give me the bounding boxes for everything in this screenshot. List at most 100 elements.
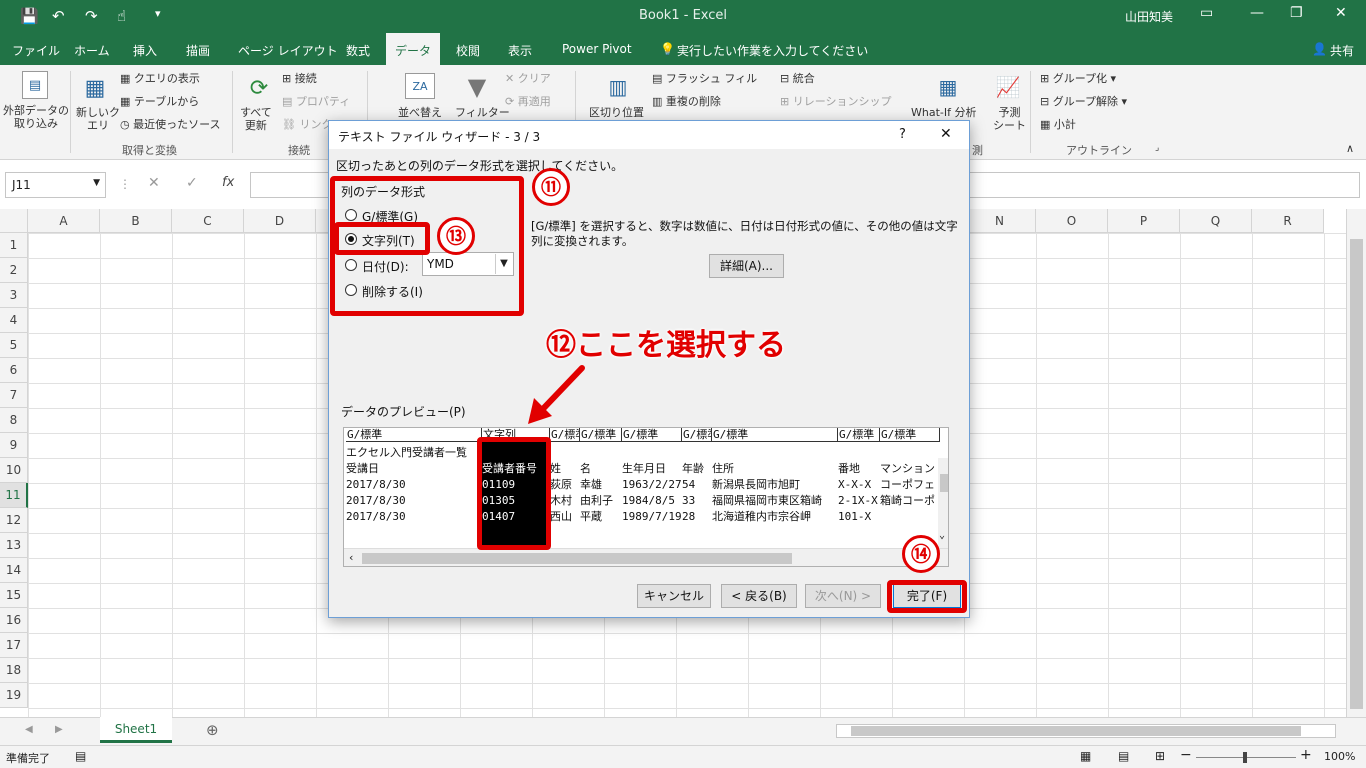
horizontal-scrollbar[interactable] (836, 724, 1336, 738)
advanced-button[interactable]: 詳細(A)... (709, 254, 784, 278)
data-preview[interactable]: G/標準文字列G/標準G/標準G/標準G/標準G/標準G/標準G/標準エクセル入… (343, 427, 949, 567)
flash-fill-button[interactable]: ▤ フラッシュ フィル (652, 72, 757, 86)
zoom-slider-thumb[interactable] (1243, 752, 1247, 763)
filter-button[interactable]: フィルター (455, 106, 510, 120)
cancel-button[interactable]: キャンセル (637, 584, 711, 608)
row-header-3[interactable]: 3 (0, 283, 28, 308)
tab-review[interactable]: 校閲 (456, 42, 480, 59)
row-header-19[interactable]: 19 (0, 683, 28, 708)
ungroup-button[interactable]: ⊟ グループ解除 ▾ (1040, 95, 1127, 109)
column-header-r[interactable]: R (1252, 209, 1324, 233)
preview-col-format-0[interactable]: G/標準 (346, 428, 482, 442)
select-all[interactable] (0, 209, 28, 233)
connections-button[interactable]: ⊞ 接続 (282, 72, 317, 86)
tab-power-pivot[interactable]: Power Pivot (562, 42, 632, 56)
column-header-c[interactable]: C (172, 209, 244, 233)
ribbon-display-icon[interactable]: ▭ (1200, 5, 1213, 21)
row-header-18[interactable]: 18 (0, 658, 28, 683)
subtotal-button[interactable]: ▦ 小計 (1040, 118, 1076, 132)
zoom-in-icon[interactable]: + (1300, 747, 1312, 763)
close-icon[interactable]: ✕ (940, 126, 952, 142)
dialog-launcher-icon[interactable]: ⌟ (1155, 143, 1159, 153)
zoom-out-icon[interactable]: − (1180, 747, 1192, 763)
relationships-button[interactable]: ⊞ リレーションシップ (780, 95, 892, 109)
insert-function-icon[interactable]: fx (222, 175, 234, 190)
row-header-9[interactable]: 9 (0, 433, 28, 458)
row-header-2[interactable]: 2 (0, 258, 28, 283)
preview-v-thumb[interactable] (940, 474, 948, 492)
row-header-5[interactable]: 5 (0, 333, 28, 358)
scroll-down-icon[interactable]: ⌄ (939, 530, 945, 541)
page-break-view-icon[interactable]: ⊞ (1155, 749, 1165, 763)
refresh-all-button[interactable]: すべて 更新 (240, 106, 272, 132)
sort-button[interactable]: 並べ替え (398, 106, 442, 120)
group-button[interactable]: ⊞ グループ化 ▾ (1040, 72, 1116, 86)
preview-h-thumb[interactable] (362, 553, 792, 564)
tab-view[interactable]: 表示 (508, 42, 532, 59)
maximize-icon[interactable]: ❐ (1290, 5, 1303, 21)
column-header-a[interactable]: A (28, 209, 100, 233)
column-header-b[interactable]: B (100, 209, 172, 233)
column-header-n[interactable]: N (964, 209, 1036, 233)
show-queries-button[interactable]: ▦ クエリの表示 (120, 72, 200, 86)
remove-duplicates-button[interactable]: ▥ 重複の削除 (652, 95, 721, 109)
tell-me-search[interactable]: 実行したい作業を入力してください (677, 42, 868, 59)
preview-col-format-6[interactable]: G/標準 (712, 428, 838, 442)
new-query-button[interactable]: 新しいク エリ (76, 106, 120, 132)
tab-page-layout[interactable]: ページ レイアウト (238, 42, 338, 59)
tab-file[interactable]: ファイル (12, 42, 60, 59)
preview-h-scrollbar[interactable]: ‹ (344, 548, 948, 566)
tab-formulas[interactable]: 数式 (346, 42, 370, 59)
minimize-icon[interactable]: — (1250, 5, 1264, 21)
text-to-columns-button[interactable]: 区切り位置 (589, 106, 644, 120)
next-button[interactable]: 次へ(N) > (805, 584, 881, 608)
help-icon[interactable]: ? (899, 127, 906, 142)
what-if-button[interactable]: What-If 分析 (911, 106, 976, 120)
prev-sheet-icon[interactable]: ◀ (25, 724, 33, 735)
row-header-1[interactable]: 1 (0, 233, 28, 258)
share-icon[interactable]: 👤 (1312, 42, 1327, 56)
h-scroll-thumb[interactable] (851, 726, 1301, 736)
tab-home[interactable]: ホーム (74, 42, 110, 59)
column-header-p[interactable]: P (1108, 209, 1180, 233)
preview-v-scrollbar[interactable]: ⌄ (938, 458, 948, 548)
zoom-level[interactable]: 100% (1324, 750, 1355, 763)
preview-col-format-2[interactable]: G/標準 (550, 428, 580, 442)
preview-col-format-7[interactable]: G/標準 (838, 428, 880, 442)
collapse-ribbon-icon[interactable]: ∧ (1346, 142, 1354, 156)
row-header-7[interactable]: 7 (0, 383, 28, 408)
next-sheet-icon[interactable]: ▶ (55, 724, 63, 735)
preview-col-format-5[interactable]: G/標準 (682, 428, 712, 442)
forecast-sheet-button[interactable]: 予測 シート (993, 106, 1026, 132)
share-button[interactable]: 共有 (1330, 42, 1354, 59)
sheet-tab-sheet1[interactable]: Sheet1 (100, 717, 172, 743)
preview-col-format-8[interactable]: G/標準 (880, 428, 940, 442)
row-header-8[interactable]: 8 (0, 408, 28, 433)
row-header-11[interactable]: 11 (0, 483, 28, 508)
column-header-d[interactable]: D (244, 209, 316, 233)
column-header-o[interactable]: O (1036, 209, 1108, 233)
reapply-button[interactable]: ⟳ 再適用 (505, 95, 551, 109)
recent-sources-button[interactable]: ◷ 最近使ったソース (120, 118, 221, 132)
from-table-button[interactable]: ▦ テーブルから (120, 95, 199, 109)
enter-icon[interactable]: ✓ (186, 175, 198, 191)
clear-button[interactable]: ✕ クリア (505, 72, 551, 86)
normal-view-icon[interactable]: ▦ (1080, 749, 1091, 763)
row-header-16[interactable]: 16 (0, 608, 28, 633)
column-header-q[interactable]: Q (1180, 209, 1252, 233)
user-name[interactable]: 山田知美 (1125, 8, 1173, 25)
name-box[interactable]: J11 ▼ (5, 172, 106, 198)
cancel-entry-icon[interactable]: ✕ (148, 175, 160, 191)
preview-col-format-3[interactable]: G/標準 (580, 428, 622, 442)
back-button[interactable]: < 戻る(B) (721, 584, 797, 608)
scroll-thumb[interactable] (1350, 239, 1363, 709)
row-header-14[interactable]: 14 (0, 558, 28, 583)
tab-data[interactable]: データ (386, 33, 440, 65)
properties-button[interactable]: ▤ プロパティ (282, 95, 350, 109)
tab-draw[interactable]: 描画 (186, 42, 210, 59)
close-window-icon[interactable]: ✕ (1335, 5, 1347, 21)
row-header-6[interactable]: 6 (0, 358, 28, 383)
row-header-15[interactable]: 15 (0, 583, 28, 608)
row-header-10[interactable]: 10 (0, 458, 28, 483)
add-sheet-icon[interactable]: ⊕ (206, 721, 219, 739)
